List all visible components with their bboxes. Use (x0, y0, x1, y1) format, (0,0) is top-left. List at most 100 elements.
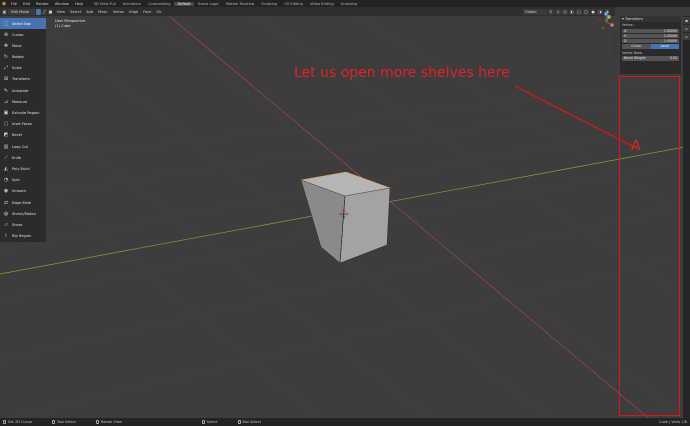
shear-icon: ▱ (4, 221, 8, 228)
menu-help[interactable]: Help (72, 2, 86, 6)
face-select-button[interactable]: ■ (48, 8, 53, 15)
menu-face[interactable]: Face (141, 10, 154, 14)
menu-view[interactable]: View (54, 10, 68, 14)
tool-measure[interactable]: ⊿ Measure (0, 96, 46, 107)
tab-uv-editing[interactable]: UV Editing (281, 2, 307, 6)
tool-shear[interactable]: ▱ Shear (0, 219, 46, 230)
field-axis: Z: (624, 38, 628, 43)
menu-select[interactable]: Select (68, 10, 84, 14)
proportional-edit-button[interactable]: ◎ (562, 8, 568, 15)
tool-bevel[interactable]: ◩ Bevel (0, 130, 46, 141)
navigation-gizmo[interactable]: X Y Z (594, 8, 618, 56)
tool-rip-region[interactable]: ⌇ Rip Region (0, 231, 46, 242)
field-value: 0.00 (669, 56, 677, 61)
tool-move[interactable]: ✥ Move (0, 40, 46, 51)
overlay-button[interactable]: ◐ (569, 8, 575, 15)
tool-scale[interactable]: ⤢ Scale (0, 63, 46, 74)
status-label: Select (206, 420, 218, 424)
magnet-icon: ∩ (556, 9, 560, 14)
tab-video-editing[interactable]: Video Editing (306, 2, 337, 6)
view-tab-icon: ▫ (685, 34, 688, 39)
tab-item[interactable]: ▪ (683, 17, 690, 24)
vertex-x-field[interactable]: X: 1.00000 (622, 28, 679, 33)
local-toggle[interactable]: Local (650, 43, 679, 49)
tool-label: Smooth (12, 189, 26, 194)
menu-vertex[interactable]: Vertex (110, 10, 127, 14)
select-box-icon: ⬚ (3, 20, 9, 27)
status-label: Rotate View (100, 420, 122, 424)
mode-dropdown[interactable]: Edit Mode (8, 8, 35, 15)
editor-type-button[interactable]: ▣ (2, 8, 7, 15)
menu-edit[interactable]: Edit (20, 2, 33, 6)
vertex-z-field[interactable]: Z: 1.00000 (622, 38, 679, 43)
blender-logo-icon[interactable]: ◉ (0, 0, 8, 7)
tab-tool[interactable]: ▫ (683, 25, 690, 32)
menu-file[interactable]: File (8, 2, 20, 6)
tool-label: Annotate (12, 88, 29, 93)
tool-cursor[interactable]: ⊕ Cursor (0, 29, 46, 40)
shrink-fatten-icon: ◍ (3, 210, 9, 217)
tool-loop-cut[interactable]: ▥ Loop Cut (0, 141, 46, 152)
tool-shrink-fatten[interactable]: ◍ Shrink/Fatten (0, 208, 46, 219)
viewport-info: User Perspective (1) Cube (55, 19, 85, 28)
tool-transform[interactable]: ⊞ Transform (0, 74, 46, 85)
xray-button[interactable]: ▢ (576, 8, 582, 15)
tool-label: Inset Faces (12, 122, 32, 127)
tool-label: Shrink/Fatten (12, 211, 36, 216)
camera-icon[interactable] (612, 45, 618, 51)
properties-sidebar: ▾ Transform Vertex: X: 1.00000 Y: 1.00000 … (620, 16, 681, 74)
tool-edge-slide[interactable]: ⇄ Edge Slide (0, 197, 46, 208)
menu-uv[interactable]: UV (154, 10, 164, 14)
viewport-header: ▣ Edit Mode · ╱ ■ View Select Add Mesh V… (0, 7, 615, 16)
vertex-y-field[interactable]: Y: 1.00000 (622, 33, 679, 38)
tab-3d-view-full[interactable]: 3D View Full (90, 2, 119, 6)
tab-animation[interactable]: Animation (119, 2, 144, 6)
tab-sculpting[interactable]: Sculpting (337, 2, 361, 6)
bevel-icon: ◩ (3, 132, 9, 139)
tool-spin[interactable]: ◔ Spin (0, 175, 46, 186)
menu-edge[interactable]: Edge (127, 10, 141, 14)
status-bar: Set 3D Cursor Box Select Rotate View Sel… (0, 418, 690, 426)
cursor-icon: ⊕ (3, 31, 9, 38)
inset-icon: ▢ (3, 121, 9, 128)
tab-compositing[interactable]: Compositing (145, 2, 175, 6)
global-toggle[interactable]: Global (622, 43, 651, 49)
knife-icon: ⟋ (4, 154, 8, 161)
tool-select-box[interactable]: ⬚ Select Box (0, 18, 46, 29)
tab-scripting[interactable]: Scripting (258, 2, 281, 6)
pivot-point-button[interactable]: ⊙ (548, 8, 554, 15)
shading-wireframe-button[interactable]: ◯ (583, 8, 589, 15)
transform-icon: ⊞ (3, 76, 9, 83)
sidebar-tabs: ▪ ▫ ▫ (683, 16, 690, 426)
menu-mesh[interactable]: Mesh (96, 10, 110, 14)
bevel-weight-field[interactable]: Bevel Weight: 0.00 (622, 56, 679, 61)
transform-orientation-dropdown[interactable]: Global (523, 8, 547, 15)
pan-hand-icon[interactable] (612, 39, 618, 45)
snap-button[interactable]: ∩ (555, 8, 561, 15)
tool-annotate[interactable]: ✎ Annotate (0, 85, 46, 96)
tool-label: Loop Cut (12, 144, 28, 149)
menu-add[interactable]: Add (84, 10, 96, 14)
menu-render[interactable]: Render (33, 2, 52, 6)
edge-select-button[interactable]: ╱ (42, 8, 47, 15)
status-set-cursor: Set 3D Cursor (3, 420, 32, 424)
tab-game-logic[interactable]: Game Logic (194, 2, 222, 6)
gizmo-z-label: Z (605, 12, 607, 16)
menu-window[interactable]: Window (52, 2, 72, 6)
tool-knife[interactable]: ⟋ Knife (0, 152, 46, 163)
tab-view[interactable]: ▫ (683, 33, 690, 40)
tool-inset-faces[interactable]: ▢ Inset Faces (0, 119, 46, 130)
grid-icon[interactable] (612, 51, 618, 56)
tool-smooth[interactable]: ◉ Smooth (0, 186, 46, 197)
vertex-select-button[interactable]: · (36, 8, 41, 15)
tool-poly-build[interactable]: ◭ Poly Build (0, 163, 46, 174)
viewport-scene[interactable] (0, 0, 690, 426)
item-tab-icon: ▪ (685, 18, 688, 23)
space-toggle: Global Local (622, 43, 679, 49)
tool-rotate[interactable]: ↻ Rotate (0, 52, 46, 63)
tab-default[interactable]: Default (174, 1, 195, 6)
zoom-icon[interactable] (612, 33, 618, 39)
tab-motion-tracking[interactable]: Motion Tracking (222, 2, 257, 6)
field-value: 1.00000 (663, 38, 677, 43)
tool-extrude-region[interactable]: ▣ Extrude Region (0, 108, 46, 119)
